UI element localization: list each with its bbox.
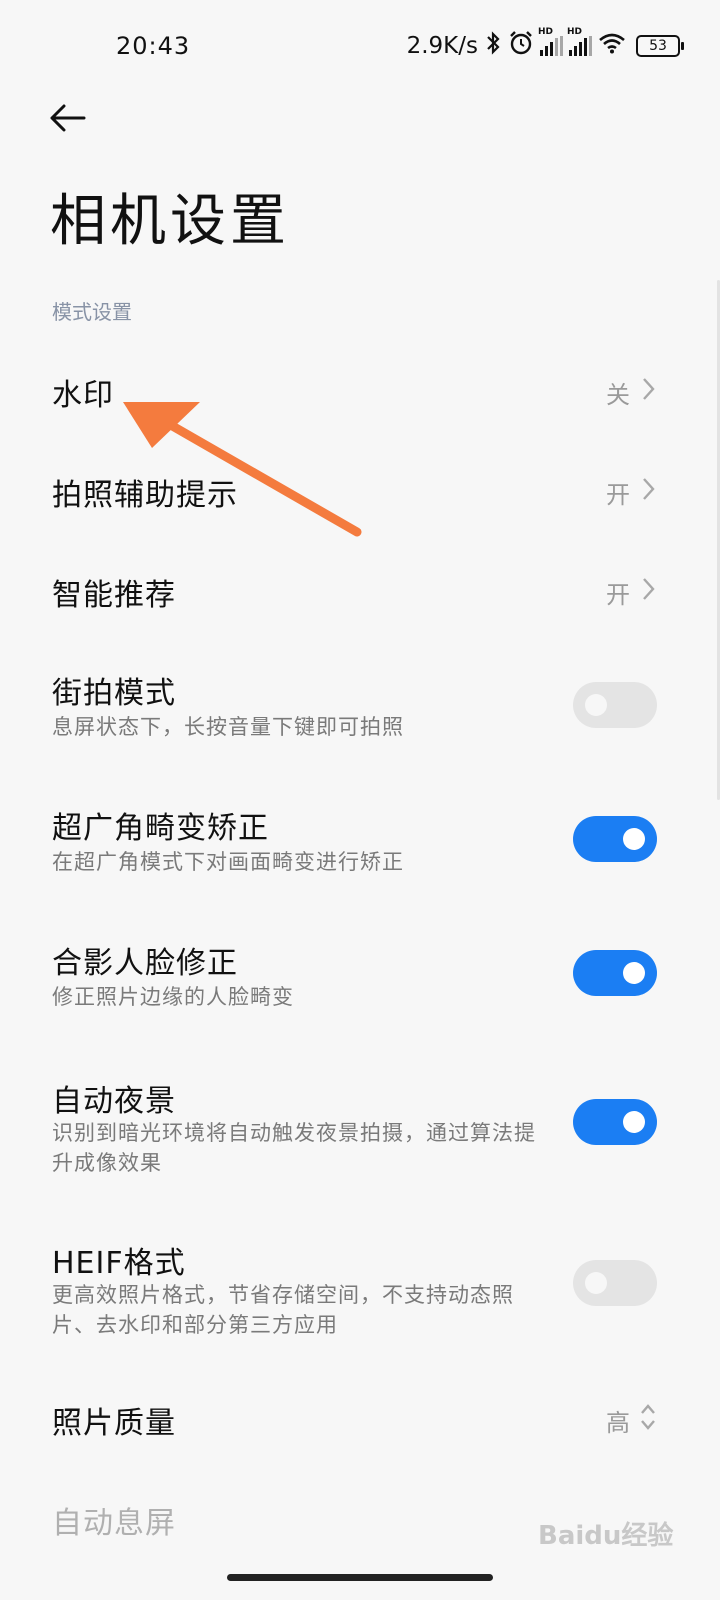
chevron-right-icon: [643, 478, 655, 500]
battery-icon: 53: [636, 35, 684, 57]
setting-title: 自动夜景: [52, 1084, 176, 1119]
setting-title: 自动息屏: [52, 1506, 176, 1541]
setting-value: 高: [606, 1409, 630, 1437]
setting-watermark[interactable]: 水印 关: [0, 350, 720, 430]
setting-street-mode: 街拍模式 息屏状态下，长按音量下键即可拍照: [0, 660, 720, 760]
setting-group-face-correction: 合影人脸修正 修正照片边缘的人脸畸变: [0, 930, 720, 1030]
status-icons: 2.9K/s HD HD 53: [406, 27, 684, 62]
setting-title: 合影人脸修正: [52, 946, 238, 981]
setting-auto-night: 自动夜景 识别到暗光环境将自动触发夜景拍摄，通过算法提升成像效果: [0, 1068, 720, 1188]
setting-subtitle: 更高效照片格式，节省存储空间，不支持动态照片、去水印和部分第三方应用: [52, 1283, 514, 1337]
setting-title: 照片质量: [52, 1406, 176, 1441]
setting-title: 水印: [52, 378, 114, 413]
setting-title: 智能推荐: [52, 578, 176, 613]
setting-subtitle: 在超广角模式下对画面畸变进行矫正: [52, 850, 404, 874]
setting-photo-assist-tips[interactable]: 拍照辅助提示 开: [0, 450, 720, 530]
bluetooth-icon: [484, 31, 502, 61]
alarm-icon: [508, 30, 534, 62]
signal-icon: HD: [567, 27, 592, 56]
setting-subtitle: 息屏状态下，长按音量下键即可拍照: [52, 715, 404, 739]
heif-format-toggle[interactable]: [573, 1260, 657, 1306]
setting-ultrawide-correction: 超广角畸变矫正 在超广角模式下对画面畸变进行矫正: [0, 795, 720, 895]
arrow-left-icon: [50, 104, 86, 132]
auto-night-toggle[interactable]: [573, 1099, 657, 1145]
setting-value: 开: [606, 581, 630, 609]
setting-value: 关: [606, 381, 630, 409]
section-header: 模式设置: [52, 300, 132, 324]
street-mode-toggle[interactable]: [573, 682, 657, 728]
chevron-updown-icon: [641, 1404, 655, 1430]
setting-title: 超广角畸变矫正: [52, 811, 269, 846]
group-face-correction-toggle[interactable]: [573, 950, 657, 996]
baidu-watermark: Baidu经验: [538, 1521, 674, 1551]
status-time: 20:43: [116, 32, 191, 60]
setting-heif-format: HEIF格式 更高效照片格式，节省存储空间，不支持动态照片、去水印和部分第三方应…: [0, 1230, 720, 1350]
signal-icon: HD: [538, 27, 563, 56]
net-speed: 2.9K/s: [406, 33, 478, 59]
page-title: 相机设置: [50, 189, 290, 254]
setting-title: 街拍模式: [52, 676, 176, 711]
home-indicator[interactable]: [227, 1574, 493, 1581]
wifi-icon: [598, 32, 626, 60]
chevron-right-icon: [643, 578, 655, 600]
ultrawide-correction-toggle[interactable]: [573, 816, 657, 862]
setting-smart-recommend[interactable]: 智能推荐 开: [0, 550, 720, 630]
chevron-right-icon: [643, 378, 655, 400]
setting-subtitle: 修正照片边缘的人脸畸变: [52, 985, 294, 1009]
back-button[interactable]: [44, 96, 92, 140]
setting-value: 开: [606, 481, 630, 509]
setting-title: 拍照辅助提示: [52, 478, 238, 513]
setting-subtitle: 识别到暗光环境将自动触发夜景拍摄，通过算法提升成像效果: [52, 1121, 536, 1175]
setting-title: HEIF格式: [52, 1246, 186, 1281]
status-bar: 20:43 2.9K/s HD HD 53: [0, 0, 720, 95]
setting-photo-quality[interactable]: 照片质量 高: [0, 1378, 720, 1458]
